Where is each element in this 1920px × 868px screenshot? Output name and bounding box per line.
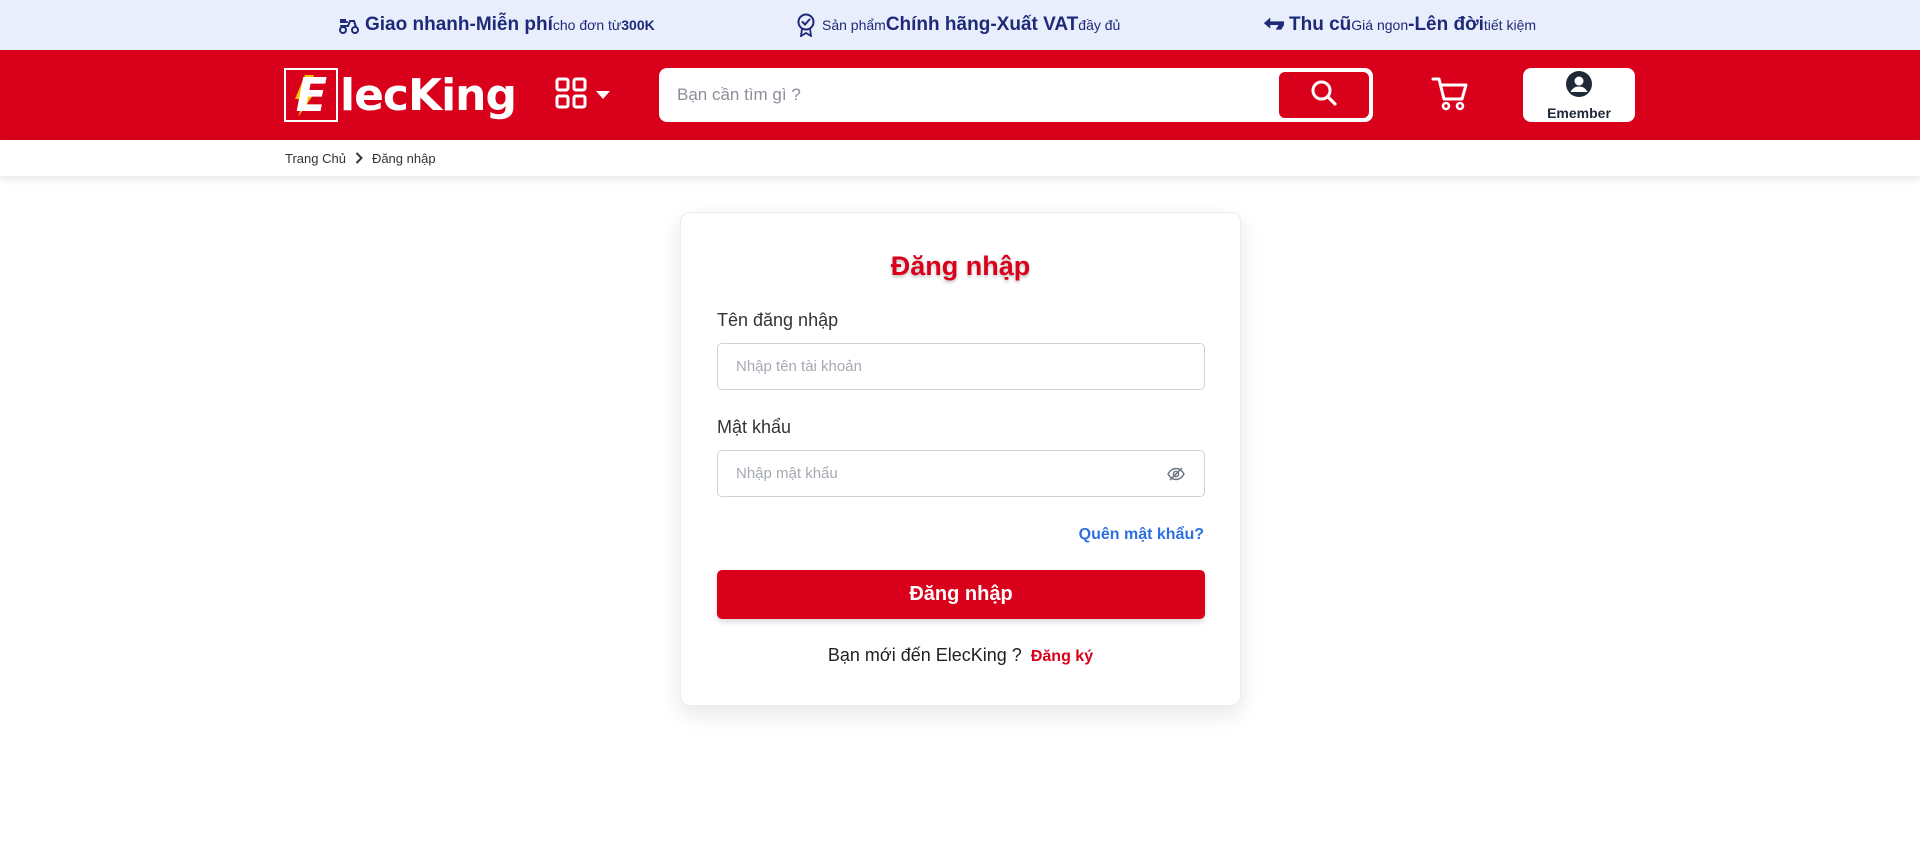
breadcrumb-bar: Trang Chủ Đăng nhập — [0, 140, 1920, 176]
member-button[interactable]: Emember — [1523, 68, 1635, 122]
promo-text: Thu cũ — [1289, 14, 1352, 35]
promo-text: đầy đủ — [1078, 17, 1121, 33]
promo-text: Miễn phí — [475, 14, 553, 35]
category-menu-button[interactable] — [555, 77, 611, 114]
password-label: Mật khẩu — [717, 417, 792, 437]
promo-text: 300K — [621, 17, 655, 33]
caret-down-icon — [595, 87, 611, 105]
promo-text: Chính hãng — [885, 14, 991, 35]
chevron-right-icon — [355, 152, 363, 164]
promo-text: cho đơn từ — [552, 17, 622, 33]
username-label: Tên đăng nhập — [717, 310, 839, 330]
forgot-password-link[interactable]: Quên mật khẩu? — [1079, 526, 1204, 544]
search-icon — [1310, 79, 1338, 112]
promo-delivery: Giao nhanh - Miễn phí cho đơn từ 300K — [338, 0, 655, 50]
promo-tradein: Thu cũ Giá ngon - Lên đời tiết kiệm — [1262, 0, 1536, 50]
logo-initial: E — [295, 68, 327, 122]
user-circle-icon — [1565, 70, 1593, 103]
username-input[interactable] — [718, 344, 1204, 389]
password-field-wrapper — [717, 450, 1205, 497]
page-title: Đăng nhập — [890, 251, 1031, 281]
promo-text: Giao nhanh — [365, 14, 470, 35]
delivery-scooter-icon — [338, 14, 360, 36]
search-bar — [659, 68, 1373, 122]
promo-text: tiết kiệm — [1483, 17, 1537, 33]
promo-text: Xuất VAT — [996, 14, 1079, 35]
search-button[interactable] — [1279, 72, 1369, 118]
search-input[interactable] — [659, 68, 1279, 122]
password-input[interactable] — [718, 451, 1164, 496]
signup-link[interactable]: Đăng ký — [1031, 648, 1093, 665]
eye-slash-icon[interactable] — [1164, 462, 1188, 486]
cart-button[interactable] — [1428, 74, 1472, 118]
badge-check-icon — [795, 13, 817, 37]
promo-text: Giá ngon — [1351, 17, 1409, 33]
promo-text: Lên đời — [1414, 14, 1484, 35]
signup-prompt: Bạn mới đến ElecKing ? — [827, 645, 1022, 665]
breadcrumb-current: Đăng nhập — [371, 150, 436, 166]
logo-wordmark: lecKing — [340, 69, 517, 121]
site-header: E lecKing Emember — [0, 50, 1920, 140]
signup-prompt-row: Bạn mới đến ElecKing ? Đăng ký — [681, 645, 1240, 666]
breadcrumb-home-link[interactable]: Trang Chủ — [285, 151, 346, 166]
member-label: Emember — [1547, 104, 1611, 121]
login-card: Đăng nhập Tên đăng nhập Mật khẩu Quên mậ… — [680, 212, 1241, 706]
cart-icon — [1431, 76, 1469, 117]
logo-mark: E — [284, 68, 338, 122]
login-submit-button[interactable]: Đăng nhập — [717, 570, 1205, 619]
promo-text: Sản phẩm — [822, 17, 886, 33]
promo-genuine: Sản phẩm Chính hãng - Xuất VAT đầy đủ — [795, 0, 1120, 50]
exchange-arrow-icon — [1262, 14, 1284, 36]
grid-icon — [555, 77, 587, 114]
breadcrumb: Trang Chủ Đăng nhập — [285, 140, 436, 176]
elecking-logo[interactable]: E lecKing — [284, 67, 517, 123]
username-field-wrapper — [717, 343, 1205, 390]
promo-bar: Giao nhanh - Miễn phí cho đơn từ 300K Sả… — [0, 0, 1920, 50]
